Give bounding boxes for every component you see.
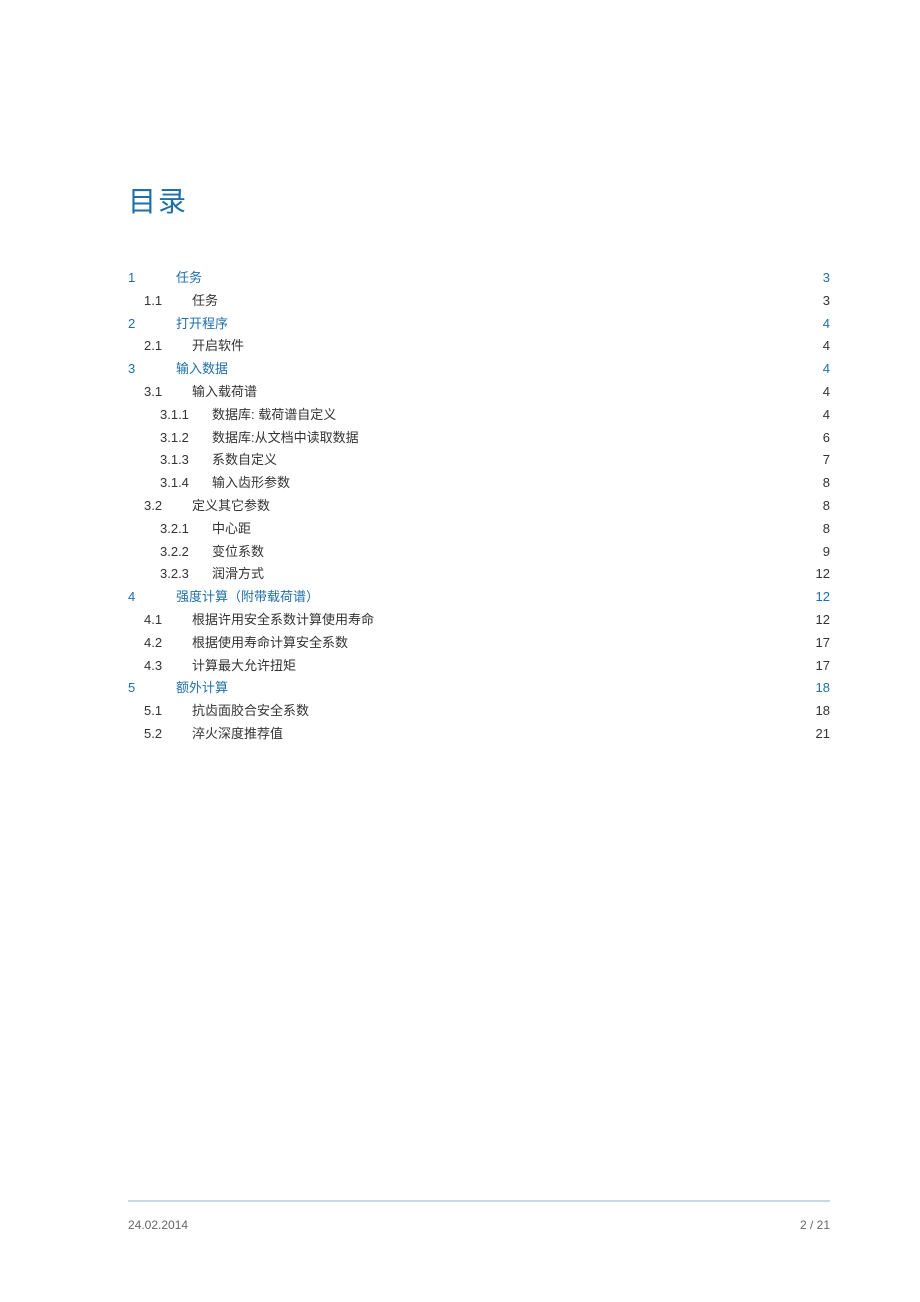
toc-label: 变位系数 [212, 542, 264, 563]
toc-entry[interactable]: 3.1.1数据库: 载荷谱自定义 4 [128, 405, 830, 426]
toc-number: 1 [128, 268, 176, 289]
toc-entry[interactable]: 3.2定义其它参数 8 [128, 496, 830, 517]
toc-page: 21 [810, 724, 830, 745]
toc-entry[interactable]: 3.1.2数据库:从文档中读取数据 6 [128, 428, 830, 449]
toc-entry[interactable]: 2.1开启软件 4 [128, 336, 830, 357]
toc-label: 计算最大允许扭矩 [192, 656, 296, 677]
toc-number: 3.1 [144, 382, 192, 403]
toc-list: 1任务31.1任务32打开程序42.1开启软件43输入数据43.1输入载荷谱43… [128, 268, 830, 745]
toc-page: 6 [810, 428, 830, 449]
toc-entry[interactable]: 3.2.1中心距 8 [128, 519, 830, 540]
toc-page: 8 [810, 519, 830, 540]
toc-number: 3.1.1 [160, 405, 212, 426]
toc-number: 3.1.4 [160, 473, 212, 494]
page-footer: 24.02.2014 2 / 21 [128, 1218, 830, 1232]
footer-divider [128, 1200, 830, 1202]
toc-entry[interactable]: 3输入数据 4 [128, 359, 830, 380]
toc-page: 4 [810, 382, 830, 403]
toc-page: 4 [810, 405, 830, 426]
toc-number: 3.1.2 [160, 428, 212, 449]
toc-label: 抗齿面胶合安全系数 [192, 701, 309, 722]
toc-number: 2.1 [144, 336, 192, 357]
toc-label: 数据库:从文档中读取数据 [212, 428, 359, 449]
toc-number: 5.1 [144, 701, 192, 722]
toc-title: 目录 [128, 180, 830, 220]
toc-entry[interactable]: 3.2.2变位系数 9 [128, 542, 830, 563]
toc-label: 任务 [176, 268, 202, 289]
toc-entry[interactable]: 3.1输入载荷谱 4 [128, 382, 830, 403]
toc-label: 中心距 [212, 519, 251, 540]
toc-entry[interactable]: 4强度计算（附带载荷谱） 12 [128, 587, 830, 608]
toc-entry[interactable]: 4.2根据使用寿命计算安全系数 17 [128, 633, 830, 654]
toc-number: 2 [128, 314, 176, 335]
toc-page: 17 [810, 656, 830, 677]
toc-label: 系数自定义 [212, 450, 277, 471]
toc-label: 输入数据 [176, 359, 228, 380]
toc-entry[interactable]: 1.1任务 3 [128, 291, 830, 312]
toc-label: 开启软件 [192, 336, 244, 357]
toc-label: 打开程序 [176, 314, 228, 335]
toc-page: 17 [810, 633, 830, 654]
toc-page: 8 [810, 496, 830, 517]
toc-entry[interactable]: 3.2.3润滑方式 12 [128, 564, 830, 585]
toc-page: 3 [810, 291, 830, 312]
toc-label: 润滑方式 [212, 564, 264, 585]
toc-page: 3 [810, 268, 830, 289]
toc-label: 数据库: 载荷谱自定义 [212, 405, 336, 426]
toc-page: 7 [810, 450, 830, 471]
footer-date: 24.02.2014 [128, 1218, 188, 1232]
toc-number: 3.2 [144, 496, 192, 517]
toc-page: 12 [810, 564, 830, 585]
toc-page: 12 [810, 610, 830, 631]
toc-number: 4.3 [144, 656, 192, 677]
toc-label: 强度计算（附带载荷谱） [176, 587, 319, 608]
toc-label: 任务 [192, 291, 218, 312]
toc-number: 3 [128, 359, 176, 380]
toc-page: 4 [810, 359, 830, 380]
toc-entry[interactable]: 5.1抗齿面胶合安全系数 18 [128, 701, 830, 722]
toc-page: 18 [810, 701, 830, 722]
toc-entry[interactable]: 3.1.3系数自定义 7 [128, 450, 830, 471]
toc-number: 3.1.3 [160, 450, 212, 471]
toc-page: 9 [810, 542, 830, 563]
toc-label: 根据许用安全系数计算使用寿命 [192, 610, 374, 631]
toc-page: 12 [810, 587, 830, 608]
toc-page: 18 [810, 678, 830, 699]
toc-number: 4.2 [144, 633, 192, 654]
toc-entry[interactable]: 3.1.4输入齿形参数 8 [128, 473, 830, 494]
toc-label: 输入齿形参数 [212, 473, 290, 494]
footer-pagination: 2 / 21 [800, 1218, 830, 1232]
toc-entry[interactable]: 5额外计算 18 [128, 678, 830, 699]
toc-number: 5.2 [144, 724, 192, 745]
toc-label: 淬火深度推荐值 [192, 724, 283, 745]
toc-number: 4 [128, 587, 176, 608]
toc-label: 额外计算 [176, 678, 228, 699]
toc-number: 4.1 [144, 610, 192, 631]
toc-entry[interactable]: 4.1根据许用安全系数计算使用寿命 12 [128, 610, 830, 631]
toc-number: 3.2.2 [160, 542, 212, 563]
toc-number: 3.2.1 [160, 519, 212, 540]
toc-number: 3.2.3 [160, 564, 212, 585]
toc-entry[interactable]: 5.2淬火深度推荐值 21 [128, 724, 830, 745]
toc-entry[interactable]: 2打开程序 4 [128, 314, 830, 335]
toc-number: 5 [128, 678, 176, 699]
toc-entry[interactable]: 1任务 3 [128, 268, 830, 289]
toc-page: 4 [810, 314, 830, 335]
toc-page: 8 [810, 473, 830, 494]
toc-label: 输入载荷谱 [192, 382, 257, 403]
toc-page: 4 [810, 336, 830, 357]
toc-label: 根据使用寿命计算安全系数 [192, 633, 348, 654]
toc-entry[interactable]: 4.3计算最大允许扭矩 17 [128, 656, 830, 677]
toc-number: 1.1 [144, 291, 192, 312]
toc-label: 定义其它参数 [192, 496, 270, 517]
